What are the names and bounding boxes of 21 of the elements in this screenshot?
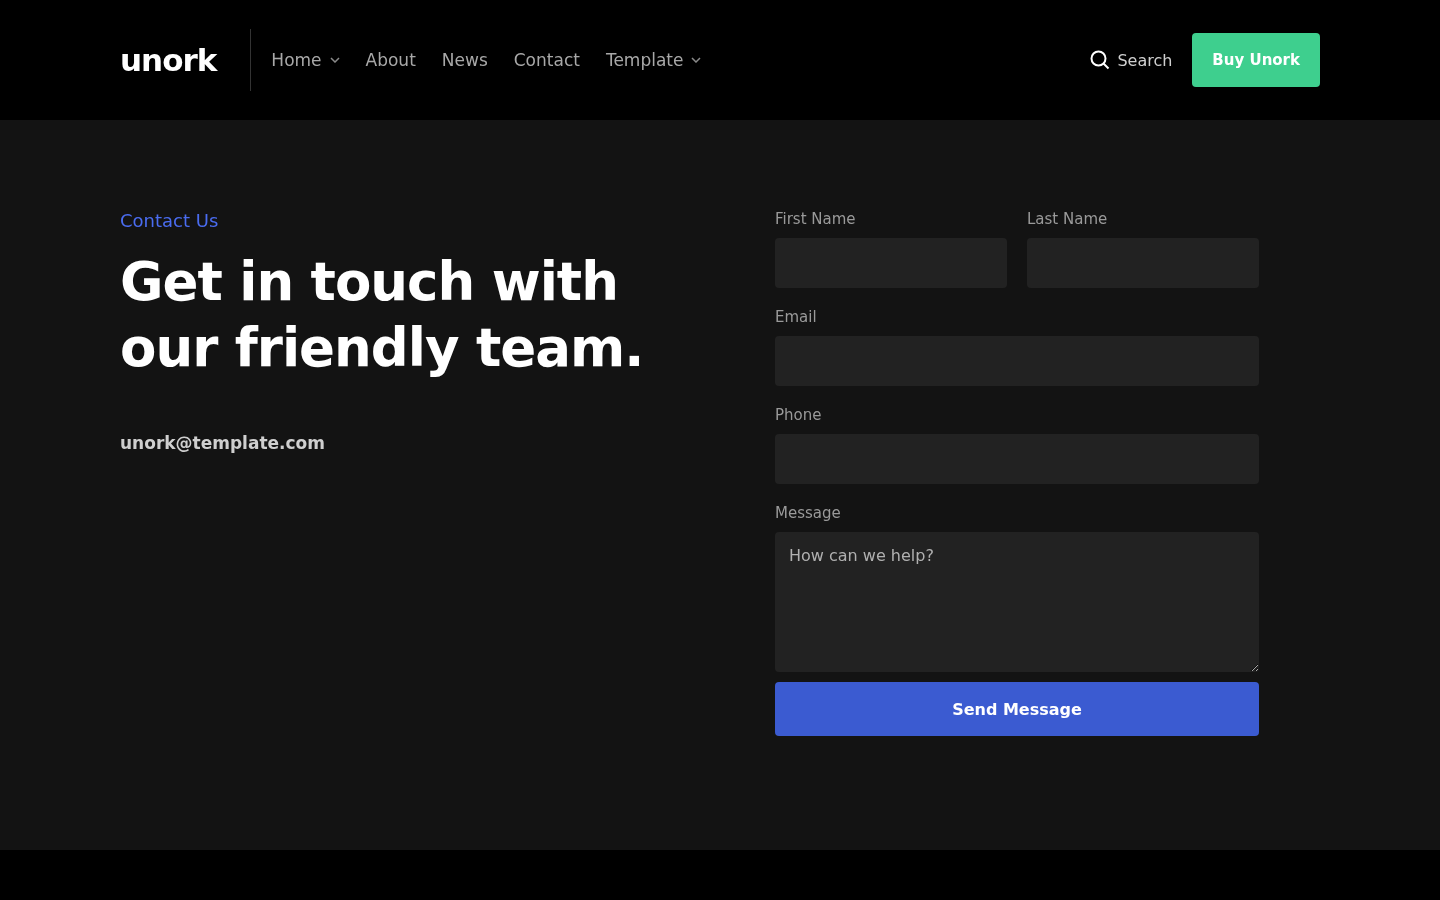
message-field[interactable]: How can we help? bbox=[775, 532, 1259, 672]
nav-link[interactable]: Contact bbox=[513, 50, 580, 70]
search-button[interactable]: Search bbox=[1090, 50, 1173, 70]
send-button[interactable]: Send Message bbox=[775, 682, 1259, 736]
section-label: Contact Us bbox=[120, 210, 219, 231]
nav-link[interactable]: Template bbox=[605, 50, 702, 70]
chevron-down-icon bbox=[691, 57, 702, 63]
heading-line: Get in touch with bbox=[120, 250, 619, 314]
chevron-down-icon bbox=[329, 57, 340, 63]
email-link[interactable]: unork@template.com bbox=[120, 433, 325, 453]
nav-link[interactable]: News bbox=[441, 50, 488, 70]
nav-link[interactable]: About bbox=[365, 50, 416, 70]
search-icon bbox=[1090, 50, 1111, 70]
nav-link[interactable]: Home bbox=[271, 50, 340, 70]
field-label: First Name bbox=[775, 210, 857, 228]
field-label: Message bbox=[775, 504, 842, 522]
field-label: Phone bbox=[775, 406, 823, 424]
field-label: Last Name bbox=[1027, 210, 1109, 228]
logo[interactable]: unork bbox=[120, 42, 217, 78]
heading-line: our friendly team. bbox=[120, 316, 644, 380]
field-label: Email bbox=[775, 308, 818, 326]
